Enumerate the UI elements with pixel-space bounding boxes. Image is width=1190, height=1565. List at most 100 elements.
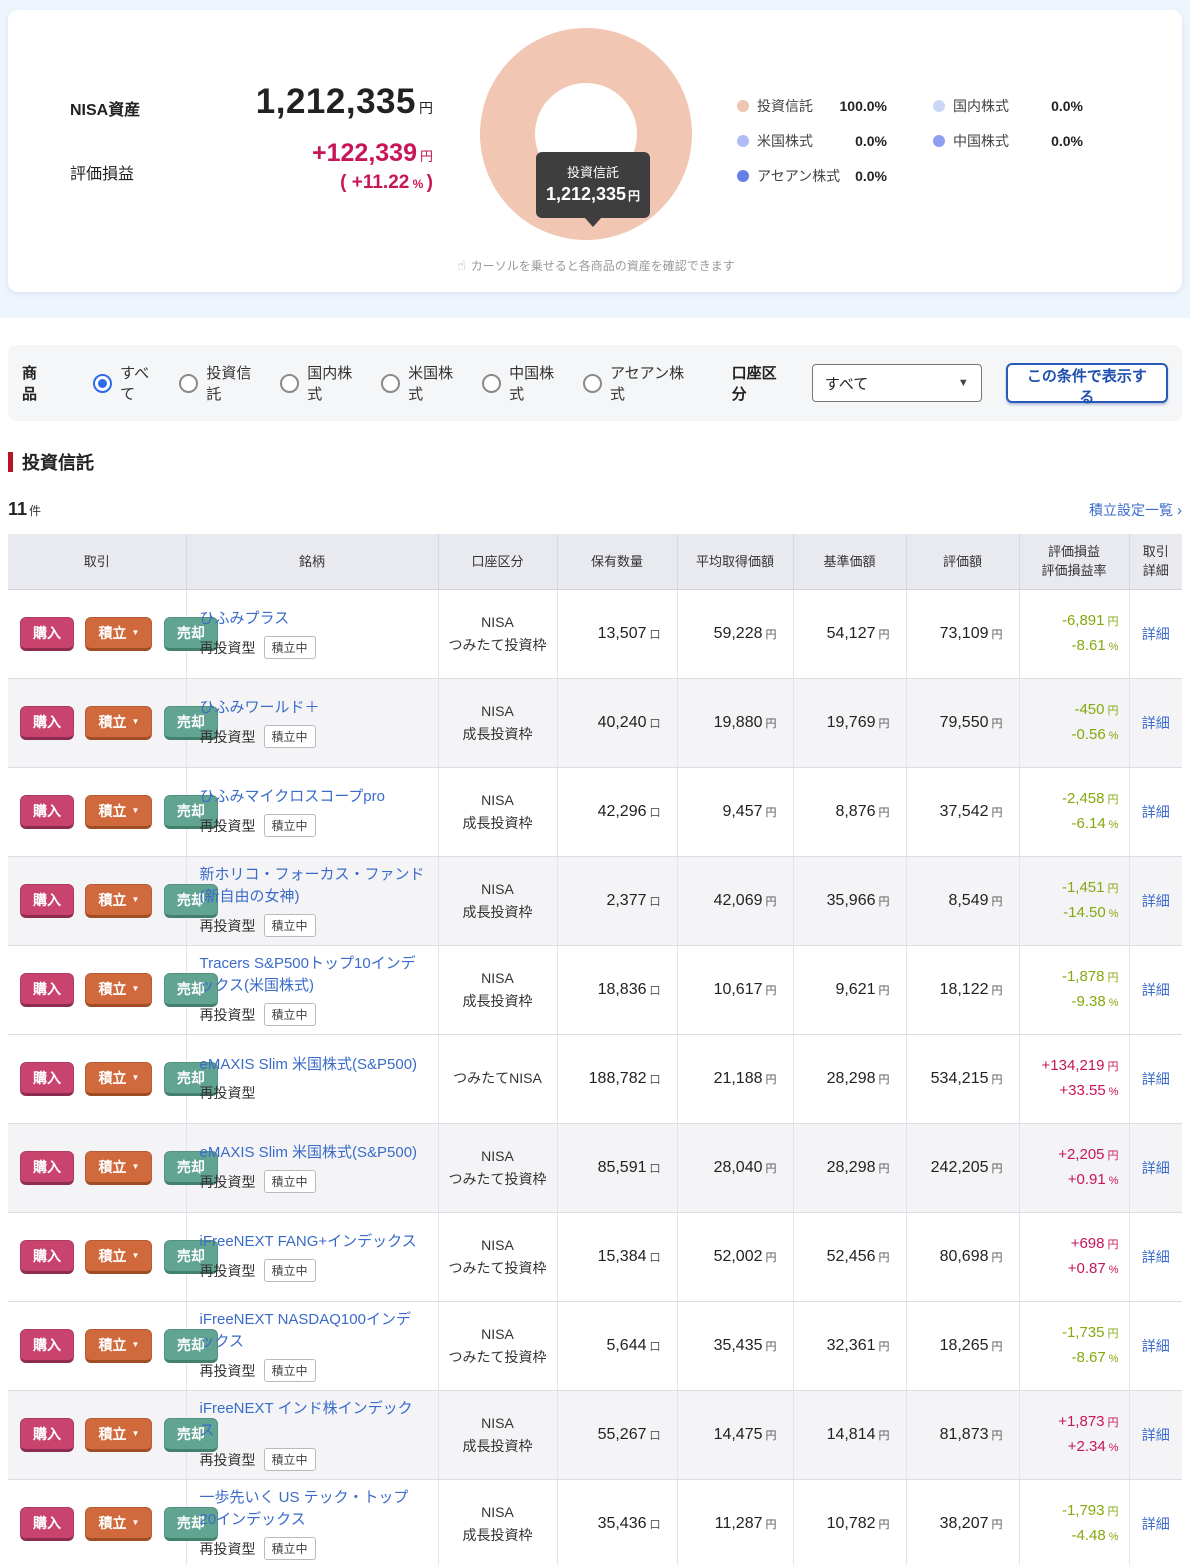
pl-cell: -1,735円 -8.67% [1019, 1301, 1129, 1390]
buy-button[interactable]: 購入 [20, 706, 74, 740]
detail-link[interactable]: 詳細 [1142, 1160, 1170, 1176]
fund-name-link[interactable]: 新ホリコ・フォーカス・ファンド(新自由の女神) [200, 864, 425, 908]
fund-name-link[interactable]: 一歩先いく US テック・トップ20インデックス [200, 1487, 425, 1531]
product-radio[interactable]: アセアン株式 [583, 362, 686, 404]
caret-down-icon: ▼ [131, 1518, 139, 1527]
fund-name-link[interactable]: iFreeNEXT FANG+インデックス [200, 1231, 425, 1253]
detail-link[interactable]: 詳細 [1142, 982, 1170, 998]
fund-cell: iFreeNEXT NASDAQ100インデックス 再投資型 積立中 [186, 1301, 438, 1390]
tsumitate-button[interactable]: 積立▼ [85, 706, 152, 740]
product-radio[interactable]: 国内株式 [280, 362, 357, 404]
table-row: 購入 積立▼ 売却 iFreeNEXT インド株インデックス 再投資型 積立中 … [8, 1390, 1182, 1479]
detail-link[interactable]: 詳細 [1142, 1338, 1170, 1354]
quantity-cell: 13,507口 [557, 589, 677, 678]
tsumitate-badge: 積立中 [264, 1003, 316, 1026]
buy-button[interactable]: 購入 [20, 1062, 74, 1096]
fund-name-link[interactable]: iFreeNEXT インド株インデックス [200, 1398, 425, 1442]
detail-link[interactable]: 詳細 [1142, 1249, 1170, 1265]
detail-link[interactable]: 詳細 [1142, 893, 1170, 909]
fund-name-link[interactable]: eMAXIS Slim 米国株式(S&P500) [200, 1054, 425, 1076]
tsumitate-button[interactable]: 積立▼ [85, 1507, 152, 1541]
buy-button[interactable]: 購入 [20, 1507, 74, 1541]
fund-name-link[interactable]: iFreeNEXT NASDAQ100インデックス [200, 1309, 425, 1353]
fund-name-link[interactable]: Tracers S&P500トップ10インデックス(米国株式) [200, 953, 425, 997]
buy-button[interactable]: 購入 [20, 617, 74, 651]
fund-name-link[interactable]: ひふみプラス [200, 608, 425, 630]
product-filter-label: 商品 [22, 362, 49, 404]
tsumitate-badge: 積立中 [264, 1170, 316, 1193]
account-type-cell: NISA成長投資枠 [438, 856, 557, 945]
legend-value: 0.0% [855, 168, 887, 184]
detail-cell: 詳細 [1129, 1034, 1182, 1123]
tsumitate-button[interactable]: 積立▼ [85, 884, 152, 918]
donut-tooltip: 投資信託 1,212,335円 [536, 152, 650, 218]
detail-cell: 詳細 [1129, 589, 1182, 678]
trade-actions-cell: 購入 積立▼ 売却 [8, 1390, 186, 1479]
tsumitate-button[interactable]: 積立▼ [85, 1240, 152, 1274]
tsumitate-button[interactable]: 積立▼ [85, 1329, 152, 1363]
account-type-select[interactable]: すべて ▼ [812, 364, 982, 402]
account-type-cell: NISAつみたて投資枠 [438, 589, 557, 678]
fund-type: 再投資型 [200, 816, 256, 836]
section-accent-bar [8, 452, 13, 472]
product-radio[interactable]: 中国株式 [482, 362, 559, 404]
quantity-cell: 18,836口 [557, 945, 677, 1034]
avg-price-cell: 9,457円 [677, 767, 793, 856]
detail-link[interactable]: 詳細 [1142, 715, 1170, 731]
detail-link[interactable]: 詳細 [1142, 1071, 1170, 1087]
pl-cell: -1,878円 -9.38% [1019, 945, 1129, 1034]
buy-button[interactable]: 購入 [20, 973, 74, 1007]
product-radio[interactable]: 米国株式 [381, 362, 458, 404]
valuation-cell: 79,550円 [906, 678, 1019, 767]
buy-button[interactable]: 購入 [20, 1151, 74, 1185]
tsumitate-settings-link[interactable]: 積立設定一覧› [1089, 500, 1182, 520]
table-header-row: 取引銘柄口座区分保有数量平均取得価額基準価額評価額評価損益評価損益率取引詳細 [8, 534, 1182, 589]
product-radio[interactable]: すべて [93, 362, 155, 404]
detail-link[interactable]: 詳細 [1142, 804, 1170, 820]
detail-link[interactable]: 詳細 [1142, 1427, 1170, 1443]
trade-actions-cell: 購入 積立▼ 売却 [8, 1479, 186, 1565]
detail-cell: 詳細 [1129, 1212, 1182, 1301]
pl-percent: ( +11.22 % ) [138, 172, 433, 194]
valuation-cell: 534,215円 [906, 1034, 1019, 1123]
tsumitate-button[interactable]: 積立▼ [85, 795, 152, 829]
fund-name-link[interactable]: ひふみマイクロスコープpro [200, 786, 425, 808]
column-header: 基準価額 [793, 534, 906, 589]
avg-price-cell: 52,002円 [677, 1212, 793, 1301]
detail-link[interactable]: 詳細 [1142, 1516, 1170, 1532]
fund-cell: ひふみワールド＋ 再投資型 積立中 [186, 678, 438, 767]
tsumitate-button[interactable]: 積立▼ [85, 617, 152, 651]
buy-button[interactable]: 購入 [20, 795, 74, 829]
buy-button[interactable]: 購入 [20, 1240, 74, 1274]
apply-filter-button[interactable]: この条件で表示する [1006, 363, 1168, 403]
buy-button[interactable]: 購入 [20, 1329, 74, 1363]
section-header: 投資信託 [8, 449, 1182, 475]
table-row: 購入 積立▼ 売却 eMAXIS Slim 米国株式(S&P500) 再投資型 … [8, 1123, 1182, 1212]
chevron-right-icon: › [1177, 502, 1182, 519]
tsumitate-button[interactable]: 積立▼ [85, 973, 152, 1007]
fund-cell: 新ホリコ・フォーカス・ファンド(新自由の女神) 再投資型 積立中 [186, 856, 438, 945]
fund-name-link[interactable]: eMAXIS Slim 米国株式(S&P500) [200, 1142, 425, 1164]
avg-price-cell: 42,069円 [677, 856, 793, 945]
account-type-cell: NISAつみたて投資枠 [438, 1212, 557, 1301]
tsumitate-button[interactable]: 積立▼ [85, 1418, 152, 1452]
caret-down-icon: ▼ [131, 895, 139, 904]
pl-label: 評価損益 [70, 160, 134, 184]
fund-type: 再投資型 [200, 1172, 256, 1192]
radio-icon [280, 374, 299, 393]
buy-button[interactable]: 購入 [20, 1418, 74, 1452]
column-header: 銘柄 [186, 534, 438, 589]
product-radio[interactable]: 投資信託 [179, 362, 256, 404]
legend-item: 国内株式 0.0% [933, 96, 1083, 116]
quantity-cell: 35,436口 [557, 1479, 677, 1565]
fund-cell: iFreeNEXT インド株インデックス 再投資型 積立中 [186, 1390, 438, 1479]
buy-button[interactable]: 購入 [20, 884, 74, 918]
table-row: 購入 積立▼ 売却 新ホリコ・フォーカス・ファンド(新自由の女神) 再投資型 積… [8, 856, 1182, 945]
tsumitate-button[interactable]: 積立▼ [85, 1062, 152, 1096]
fund-name-link[interactable]: ひふみワールド＋ [200, 697, 425, 719]
tsumitate-button[interactable]: 積立▼ [85, 1151, 152, 1185]
base-price-cell: 35,966円 [793, 856, 906, 945]
detail-link[interactable]: 詳細 [1142, 626, 1170, 642]
account-type-cell: NISA成長投資枠 [438, 1390, 557, 1479]
asset-label: NISA資産 [70, 96, 140, 120]
